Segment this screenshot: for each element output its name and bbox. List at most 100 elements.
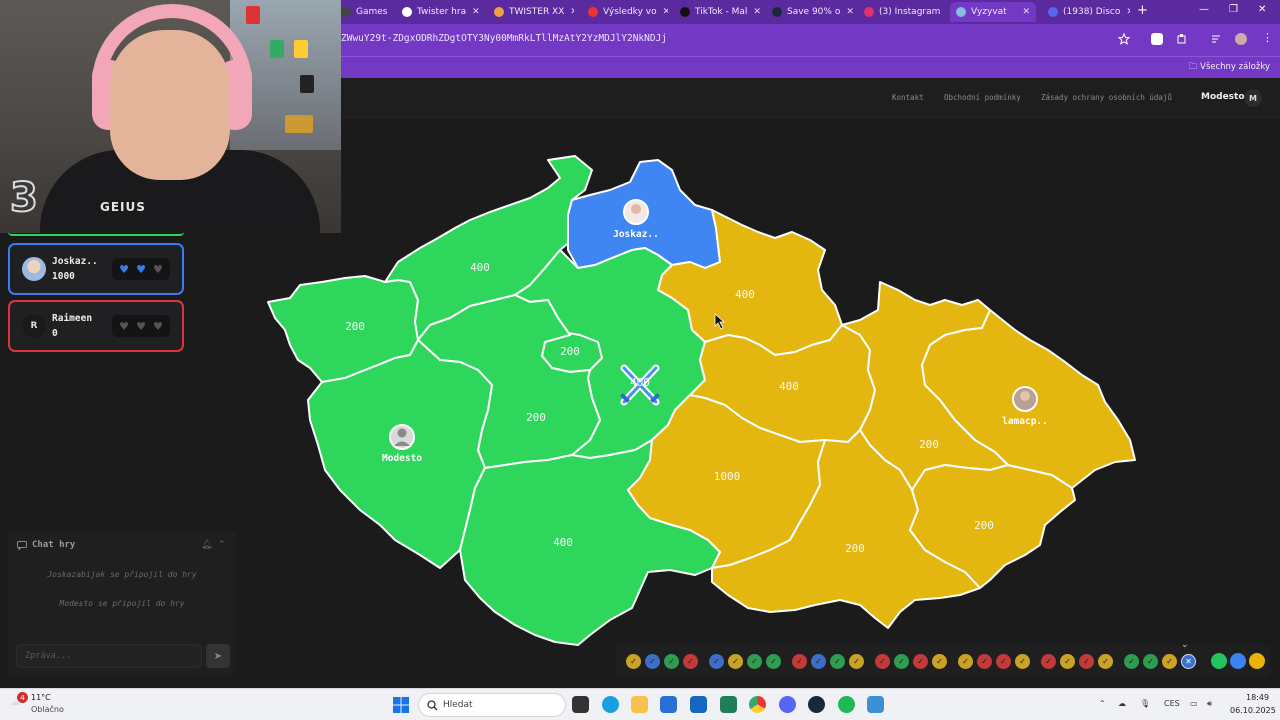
- display-icon[interactable]: ▭: [1190, 699, 1198, 708]
- chat-message: Modesto se připojil do hry: [59, 599, 185, 608]
- close-icon[interactable]: ✕: [466, 7, 480, 17]
- bookmark-star-icon[interactable]: [1118, 33, 1130, 45]
- browser-tab[interactable]: TikTok - Mal ✕: [674, 2, 762, 22]
- notepad-icon[interactable]: [867, 696, 884, 713]
- tab-label: (3) Instagram: [879, 7, 941, 17]
- chevron-up-icon[interactable]: ⌃: [218, 540, 226, 550]
- edge-icon[interactable]: [602, 696, 619, 713]
- browser-tab[interactable]: Games✕: [335, 2, 390, 22]
- profile-avatar[interactable]: [1235, 33, 1247, 45]
- header-username[interactable]: Modesto: [1201, 92, 1245, 102]
- tab-label: Výsledky vo: [603, 7, 657, 17]
- marker-name: lamacp..: [1002, 416, 1048, 427]
- search-placeholder: Hledat: [443, 700, 473, 710]
- menu-kebab-icon[interactable]: ⋮: [1262, 31, 1274, 44]
- chat-title: Chat hry: [32, 540, 76, 550]
- task-view-icon[interactable]: [572, 696, 589, 713]
- browser-tab-active[interactable]: Vyzyvat ✕: [950, 2, 1036, 22]
- chevron-up-icon[interactable]: ⌃: [1099, 699, 1106, 708]
- close-icon[interactable]: ✕: [657, 7, 668, 17]
- close-icon[interactable]: ✕: [940, 7, 946, 17]
- player-card[interactable]: R Raimeen 0 ♥ ♥ ♥: [8, 300, 184, 352]
- shelf-object: [270, 40, 284, 58]
- weather-icon: ☁: [10, 697, 20, 708]
- player-card-edge: [8, 232, 184, 236]
- browser-tab[interactable]: Twister hra ✕: [396, 2, 480, 22]
- app-icon[interactable]: [720, 696, 737, 713]
- all-bookmarks[interactable]: 🗀 Všechny záložky: [1189, 61, 1270, 75]
- region-value: 200: [919, 438, 939, 451]
- region-value: 400: [779, 380, 799, 393]
- discord-icon[interactable]: [779, 696, 796, 713]
- check-icon: ✓: [981, 657, 988, 666]
- browser-tab[interactable]: TWISTER XX✕: [488, 2, 574, 22]
- close-icon[interactable]: ✕: [1120, 7, 1130, 17]
- nav-link-contact[interactable]: Kontakt: [892, 93, 924, 102]
- send-button[interactable]: ➤: [206, 644, 230, 668]
- round-dot: ✓: [1098, 654, 1113, 669]
- cloud-icon[interactable]: ☁: [1118, 699, 1126, 708]
- extension-icon[interactable]: [1151, 33, 1163, 45]
- browser-tab[interactable]: Save 90% o ✕: [766, 2, 854, 22]
- windows-start-icon[interactable]: [393, 697, 409, 713]
- check-icon: ✓: [687, 657, 694, 666]
- window-close-icon[interactable]: ✕: [1258, 4, 1266, 15]
- chrome-icon[interactable]: [749, 696, 766, 713]
- microphone-icon[interactable]: 🎙︎: [1140, 699, 1150, 708]
- volume-icon[interactable]: 🔊︎: [1207, 699, 1212, 709]
- browser-tab[interactable]: Výsledky vo ✕: [582, 2, 668, 22]
- region-value: 200: [526, 411, 546, 424]
- language-indicator[interactable]: CES: [1164, 699, 1180, 708]
- region-value: 200: [560, 345, 580, 358]
- file-explorer-icon[interactable]: [631, 696, 648, 713]
- minimize-icon[interactable]: —: [1199, 4, 1209, 15]
- tab-favicon-icon: [494, 7, 504, 17]
- chevron-down-icon[interactable]: ⌄: [1181, 640, 1189, 650]
- browser-tab[interactable]: (3) Instagram✕: [858, 2, 946, 22]
- chat-message: Joskazabijak se připojil do hry: [47, 570, 197, 579]
- restore-icon[interactable]: ❐: [1229, 4, 1238, 15]
- check-icon: ✓: [879, 657, 886, 666]
- close-icon[interactable]: ✕: [387, 7, 390, 17]
- media-icon[interactable]: [1211, 33, 1223, 45]
- check-icon: ✓: [713, 657, 720, 666]
- check-icon: ✓: [1166, 657, 1173, 666]
- tab-label: Save 90% o: [787, 7, 841, 17]
- outlook-icon[interactable]: [690, 696, 707, 713]
- url-text[interactable]: ZWwuY29t-ZDgxODRhZDgtOTY3Ny00MmRkLTllMzA…: [341, 33, 667, 44]
- close-icon[interactable]: ✕: [840, 7, 854, 17]
- steam-icon[interactable]: [808, 696, 825, 713]
- spotify-icon[interactable]: [838, 696, 855, 713]
- clock-date[interactable]: 06.10.2025: [1230, 706, 1276, 715]
- store-icon[interactable]: [660, 696, 677, 713]
- bell-icon[interactable]: 🔔︎: [201, 540, 212, 550]
- close-icon[interactable]: ✕: [564, 7, 574, 17]
- new-tab-icon[interactable]: +: [1137, 3, 1148, 18]
- taskbar-search[interactable]: Hledat: [418, 693, 566, 717]
- nav-link-terms[interactable]: Obchodní podmínky: [944, 93, 1021, 102]
- puzzle-icon[interactable]: [1176, 33, 1188, 45]
- windows-taskbar: 4 ☁ 11°C Oblačno Hledat ⌃ ☁ 🎙︎ CES ▭ 🔊︎ …: [0, 688, 1280, 720]
- clock-time[interactable]: 18:49: [1246, 693, 1269, 702]
- check-icon: ✓: [917, 657, 924, 666]
- check-icon: ✓: [770, 657, 777, 666]
- player-name: Raimeen: [52, 313, 93, 324]
- check-icon: ✓: [751, 657, 758, 666]
- region-value: 200: [974, 519, 994, 532]
- nav-link-privacy[interactable]: Zásady ochrany osobních údajů: [1041, 93, 1172, 102]
- headphone-band: [92, 4, 252, 94]
- heart-empty-icon: ♥: [136, 319, 146, 333]
- weather-temperature[interactable]: 11°C: [31, 693, 51, 702]
- close-icon[interactable]: ✕: [747, 7, 761, 17]
- round-dot: ✓: [728, 654, 743, 669]
- region-value: 200: [345, 320, 365, 333]
- round-dot: ✓: [958, 654, 973, 669]
- chat-input[interactable]: [16, 644, 202, 668]
- user-avatar[interactable]: M: [1244, 89, 1262, 107]
- close-icon[interactable]: ✕: [1016, 7, 1030, 17]
- browser-tab[interactable]: (1938) Disco✕: [1042, 2, 1130, 22]
- check-icon: ✓: [1064, 657, 1071, 666]
- round-dot: ✓: [766, 654, 781, 669]
- player-card[interactable]: Joskaz.. 1000 ♥ ♥ ♥: [8, 243, 184, 295]
- weather-description[interactable]: Oblačno: [31, 705, 64, 714]
